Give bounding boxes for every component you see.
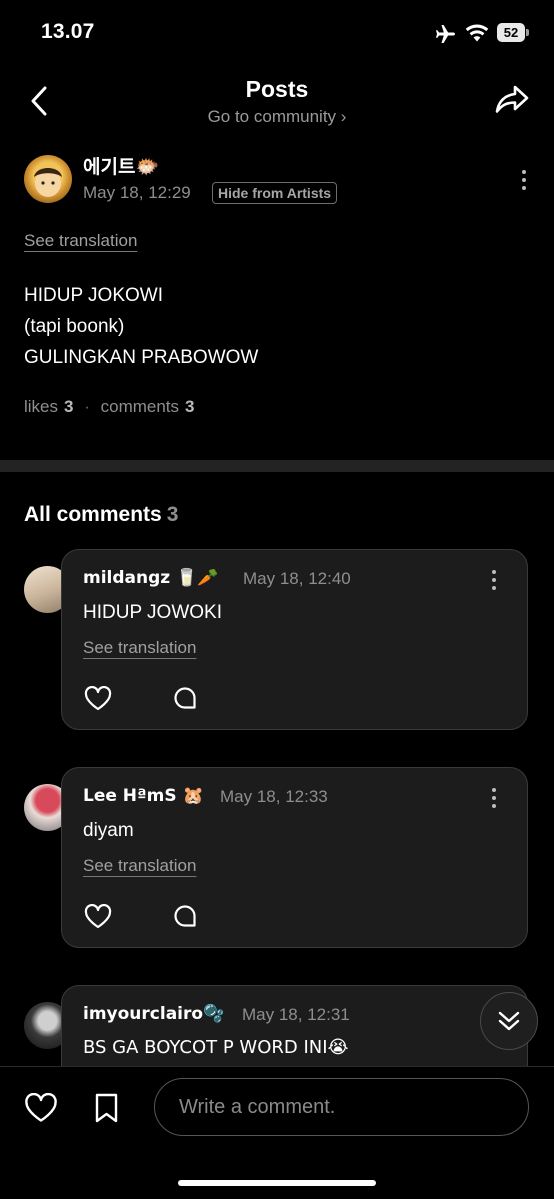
heart-icon[interactable]: [84, 686, 112, 711]
battery-tip: [526, 29, 529, 36]
likes-count: 3: [64, 397, 74, 416]
heart-icon[interactable]: [24, 1093, 58, 1123]
share-icon[interactable]: [494, 84, 530, 116]
comment-author-name[interactable]: imyourclairo🫧: [83, 1004, 224, 1024]
comment-text: diyam: [83, 820, 134, 841]
comment-see-translation-link[interactable]: See translation: [83, 638, 196, 658]
comment-see-translation-link[interactable]: See translation: [83, 856, 196, 876]
all-comments-count: 3: [166, 503, 179, 526]
comment-timestamp: May 18, 12:40: [243, 569, 351, 588]
post-author-avatar[interactable]: [24, 155, 72, 203]
airplane-icon: [436, 25, 455, 43]
bookmark-icon[interactable]: [93, 1093, 120, 1123]
comments-count: 3: [185, 397, 195, 416]
comment-more-kebab-icon[interactable]: [492, 570, 496, 594]
post-author-name[interactable]: 에기트🐡: [83, 152, 159, 179]
comment-input-placeholder: Write a comment.: [179, 1095, 336, 1118]
post-see-translation-link[interactable]: See translation: [24, 231, 137, 251]
reply-bubble-icon[interactable]: [172, 686, 198, 712]
post-line: GULINGKAN PRABOWOW: [24, 347, 259, 368]
comment-timestamp: May 18, 12:31: [242, 1005, 350, 1024]
page-title: Posts: [245, 76, 309, 102]
all-comments-title: All comments: [24, 503, 162, 526]
go-to-community-link[interactable]: Go to community ›: [0, 107, 554, 127]
comment-text: BS GA BOYCOT P WORD INI😭: [83, 1037, 349, 1058]
home-indicator: [178, 1180, 376, 1186]
wifi-icon: [465, 24, 489, 42]
status-time: 13.07: [41, 20, 95, 43]
comment-text: HIDUP JOWOKI: [83, 602, 222, 623]
likes-label: likes: [24, 397, 59, 416]
avatar-face: [34, 168, 62, 197]
reply-bubble-icon[interactable]: [172, 904, 198, 930]
comment-input[interactable]: Write a comment.: [154, 1078, 529, 1136]
comment-author-name[interactable]: mildangz 🥛🥕: [83, 568, 218, 588]
post-more-kebab-icon[interactable]: [522, 170, 526, 194]
scroll-to-bottom-button[interactable]: [480, 992, 538, 1050]
post-body: HIDUP JOKOWI (tapi boonk) GULINGKAN PRAB…: [24, 280, 258, 373]
double-chevron-down-icon: [498, 1011, 520, 1031]
all-comments-heading: All comments 3: [24, 503, 178, 527]
post-line: HIDUP JOKOWI: [24, 285, 163, 306]
stats-separator: ·: [84, 397, 90, 416]
hide-from-artists-badge: Hide from Artists: [212, 182, 338, 204]
post-stats: likes 3 · comments 3: [24, 397, 195, 417]
bottom-bar-divider: [0, 1066, 554, 1067]
heart-icon[interactable]: [84, 904, 112, 929]
comment-author-name[interactable]: Lee HªmS 🐹: [83, 786, 204, 806]
comment-timestamp: May 18, 12:33: [220, 787, 328, 806]
comment-more-kebab-icon[interactable]: [492, 788, 496, 812]
comments-label: comments: [100, 397, 180, 416]
section-divider: [0, 460, 554, 472]
post-line: (tapi boonk): [24, 316, 125, 337]
post-timestamp: May 18, 12:29: [83, 183, 191, 202]
battery-indicator: 52: [497, 23, 525, 42]
